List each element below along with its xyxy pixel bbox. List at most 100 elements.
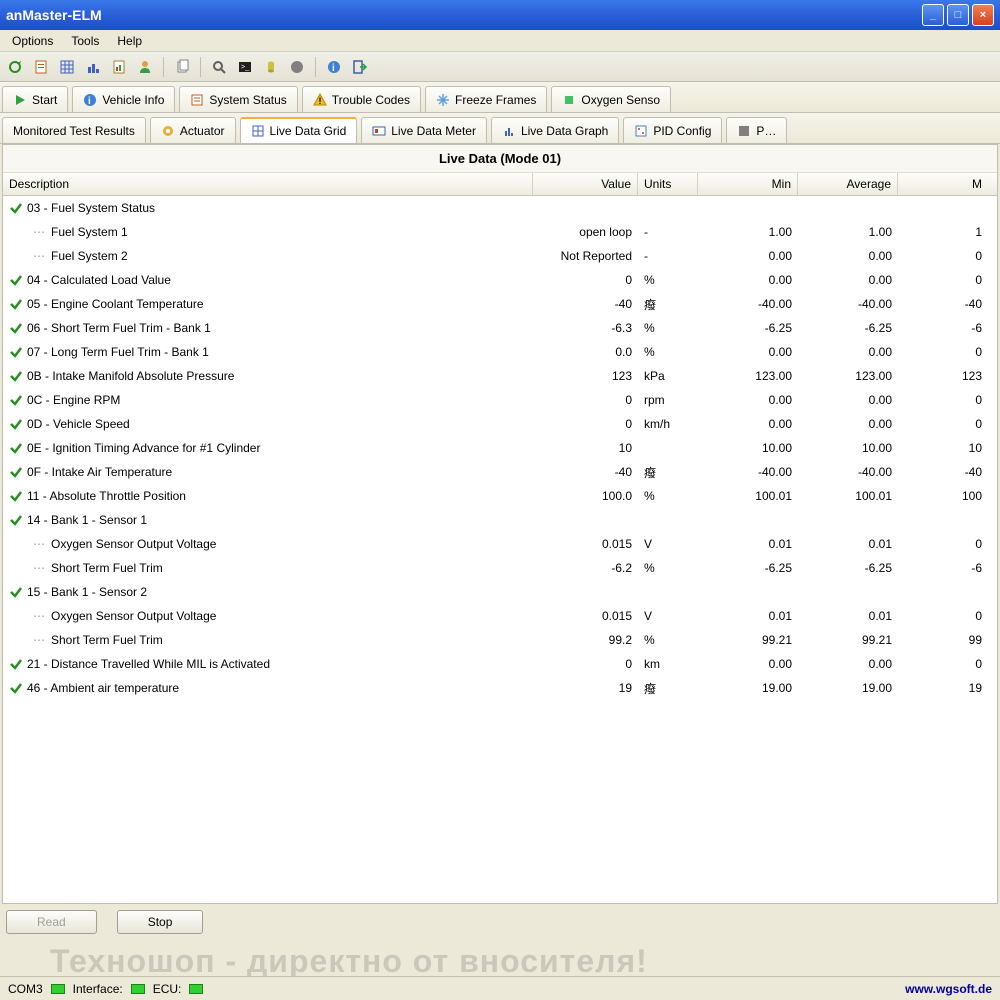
toolbar-cylinder-icon[interactable]: [260, 56, 282, 78]
col-average[interactable]: Average: [798, 173, 898, 195]
tab-start[interactable]: Start: [2, 86, 68, 112]
col-max[interactable]: M: [898, 173, 988, 195]
row-units: V: [638, 609, 698, 623]
maximize-button[interactable]: □: [947, 4, 969, 26]
check-icon: [9, 273, 23, 287]
row-description: 07 - Long Term Fuel Trim - Bank 1: [3, 345, 533, 359]
tab-live-data-grid[interactable]: Live Data Grid: [240, 117, 358, 143]
menu-help[interactable]: Help: [109, 32, 150, 50]
table-row[interactable]: ⋯Fuel System 1open loop-1.001.001: [3, 220, 997, 244]
toolbar-console-icon[interactable]: >_: [234, 56, 256, 78]
toolbar-doc-icon[interactable]: [30, 56, 52, 78]
tab-oxygen-senso[interactable]: Oxygen Senso: [551, 86, 671, 112]
table-row[interactable]: 15 - Bank 1 - Sensor 2: [3, 580, 997, 604]
tab-vehicle-info[interactable]: iVehicle Info: [72, 86, 175, 112]
menu-tools[interactable]: Tools: [63, 32, 107, 50]
toolbar-chart-icon[interactable]: [82, 56, 104, 78]
toolbar-separator: [315, 57, 316, 77]
row-value: Not Reported: [533, 249, 638, 263]
check-icon: [9, 321, 23, 335]
tab-monitored-test-results[interactable]: Monitored Test Results: [2, 117, 146, 143]
minimize-button[interactable]: _: [922, 4, 944, 26]
table-row[interactable]: ⋯Oxygen Sensor Output Voltage0.015V0.010…: [3, 532, 997, 556]
row-value: 10: [533, 441, 638, 455]
row-value: -40: [533, 465, 638, 479]
watermark: Техношоп - директно от вносителя!: [50, 943, 980, 980]
row-label: Oxygen Sensor Output Voltage: [51, 537, 216, 551]
tab-label: Monitored Test Results: [13, 124, 135, 138]
row-value: -6.3: [533, 321, 638, 335]
table-row[interactable]: 21 - Distance Travelled While MIL is Act…: [3, 652, 997, 676]
toolbar-report-icon[interactable]: [108, 56, 130, 78]
row-min: 123.00: [698, 369, 798, 383]
tab-label: Freeze Frames: [455, 93, 536, 107]
row-label: 04 - Calculated Load Value: [27, 273, 171, 287]
toolbar-exit-icon[interactable]: [349, 56, 371, 78]
row-description: 03 - Fuel System Status: [3, 201, 533, 215]
row-max: 0: [898, 273, 988, 287]
toolbar-copy-icon[interactable]: [171, 56, 193, 78]
tab-label: Live Data Grid: [270, 124, 347, 138]
menu-options[interactable]: Options: [4, 32, 61, 50]
status-url[interactable]: www.wgsoft.de: [905, 982, 992, 996]
toolbar-refresh-icon[interactable]: [4, 56, 26, 78]
col-value[interactable]: Value: [533, 173, 638, 195]
stop-button[interactable]: Stop: [117, 910, 204, 934]
row-label: 46 - Ambient air temperature: [27, 681, 179, 695]
row-label: 15 - Bank 1 - Sensor 2: [27, 585, 147, 599]
toolbar-grid-icon[interactable]: [56, 56, 78, 78]
row-description: 0D - Vehicle Speed: [3, 417, 533, 431]
close-button[interactable]: ×: [972, 4, 994, 26]
col-units[interactable]: Units: [638, 173, 698, 195]
table-row[interactable]: 05 - Engine Coolant Temperature-40癈-40.0…: [3, 292, 997, 316]
tab-freeze-frames[interactable]: Freeze Frames: [425, 86, 547, 112]
table-row[interactable]: 07 - Long Term Fuel Trim - Bank 10.0%0.0…: [3, 340, 997, 364]
tab-live-data-graph[interactable]: Live Data Graph: [491, 117, 619, 143]
toolbar-search-icon[interactable]: [208, 56, 230, 78]
table-row[interactable]: 14 - Bank 1 - Sensor 1: [3, 508, 997, 532]
table-row[interactable]: 04 - Calculated Load Value0%0.000.000: [3, 268, 997, 292]
row-label: 03 - Fuel System Status: [27, 201, 155, 215]
table-row[interactable]: 0C - Engine RPM0rpm0.000.000: [3, 388, 997, 412]
status-light-ecu: [189, 984, 203, 994]
table-row[interactable]: 0F - Intake Air Temperature-40癈-40.00-40…: [3, 460, 997, 484]
table-row[interactable]: ⋯Short Term Fuel Trim99.2%99.2199.2199: [3, 628, 997, 652]
meter-icon: [372, 124, 386, 138]
tab-trouble-codes[interactable]: !Trouble Codes: [302, 86, 421, 112]
tab-pid-config[interactable]: PID Config: [623, 117, 722, 143]
check-icon: [9, 297, 23, 311]
table-row[interactable]: ⋯Short Term Fuel Trim-6.2%-6.25-6.25-6: [3, 556, 997, 580]
table-row[interactable]: 03 - Fuel System Status: [3, 196, 997, 220]
col-min[interactable]: Min: [698, 173, 798, 195]
check-icon: [9, 513, 23, 527]
toolbar-user-icon[interactable]: [134, 56, 156, 78]
col-description[interactable]: Description: [3, 173, 533, 195]
row-min: 0.01: [698, 537, 798, 551]
row-value: 0.015: [533, 537, 638, 551]
tab-p-[interactable]: P…: [726, 117, 787, 143]
svg-text:i: i: [332, 63, 335, 74]
row-units: V: [638, 537, 698, 551]
table-row[interactable]: ⋯Fuel System 2Not Reported-0.000.000: [3, 244, 997, 268]
row-value: 0: [533, 657, 638, 671]
table-row[interactable]: 11 - Absolute Throttle Position100.0%100…: [3, 484, 997, 508]
toolbar-info-icon[interactable]: i: [323, 56, 345, 78]
tab-label: Start: [32, 93, 57, 107]
table-row[interactable]: 0D - Vehicle Speed0km/h0.000.000: [3, 412, 997, 436]
row-units: km/h: [638, 417, 698, 431]
row-label: Fuel System 2: [51, 249, 128, 263]
table-row[interactable]: 06 - Short Term Fuel Trim - Bank 1-6.3%-…: [3, 316, 997, 340]
row-max: -40: [898, 297, 988, 311]
tab-system-status[interactable]: System Status: [179, 86, 297, 112]
table-row[interactable]: 46 - Ambient air temperature19癈19.0019.0…: [3, 676, 997, 700]
row-value: 0.015: [533, 609, 638, 623]
row-min: -40.00: [698, 297, 798, 311]
table-row[interactable]: ⋯Oxygen Sensor Output Voltage0.015V0.010…: [3, 604, 997, 628]
check-icon: [9, 345, 23, 359]
tab-actuator[interactable]: Actuator: [150, 117, 236, 143]
table-row[interactable]: 0B - Intake Manifold Absolute Pressure12…: [3, 364, 997, 388]
table-row[interactable]: 0E - Ignition Timing Advance for #1 Cyli…: [3, 436, 997, 460]
tab-live-data-meter[interactable]: Live Data Meter: [361, 117, 487, 143]
toolbar-stop-icon[interactable]: [286, 56, 308, 78]
row-avg: -40.00: [798, 297, 898, 311]
